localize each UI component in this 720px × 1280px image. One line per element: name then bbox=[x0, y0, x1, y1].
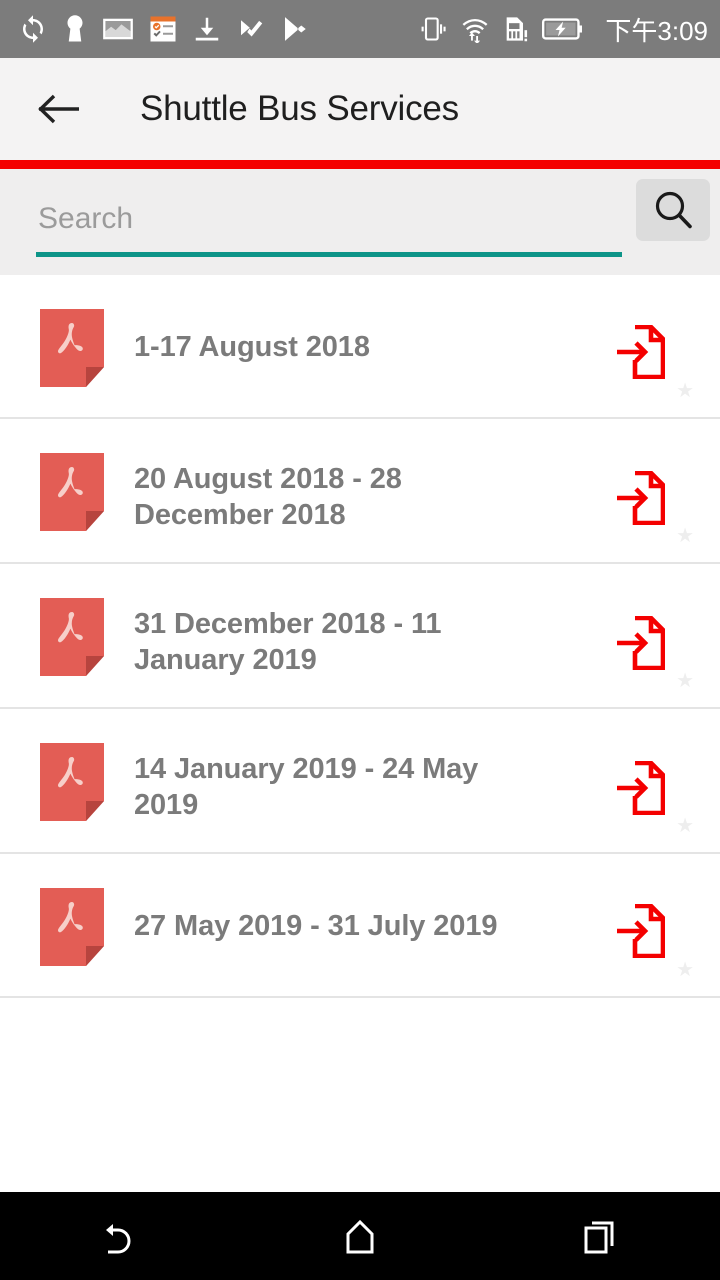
pdf-file-icon bbox=[40, 453, 104, 531]
star-icon[interactable]: ★ bbox=[676, 381, 694, 401]
list-item[interactable]: 1-17 August 2018 ★ bbox=[0, 275, 720, 419]
list-item-title: 27 May 2019 - 31 July 2019 bbox=[134, 910, 498, 942]
accent-divider bbox=[0, 160, 720, 169]
play-store-icon bbox=[285, 17, 306, 41]
list-item[interactable]: 27 May 2019 - 31 July 2019 ★ bbox=[0, 854, 720, 998]
status-bar-clock: 下午3:09 bbox=[605, 15, 708, 46]
nav-home-icon bbox=[346, 1219, 374, 1254]
pdf-file-icon bbox=[40, 309, 104, 387]
screenshot-image-icon bbox=[103, 18, 133, 40]
download-icon bbox=[195, 17, 219, 41]
keyhole-vpn-icon bbox=[67, 15, 83, 42]
battery-charging-icon bbox=[542, 18, 583, 40]
list-item-title: 14 January 2019 - 24 May 2019 bbox=[134, 753, 479, 821]
open-document-icon[interactable] bbox=[615, 325, 665, 379]
vibrate-icon bbox=[421, 17, 446, 41]
star-icon[interactable]: ★ bbox=[676, 671, 694, 691]
star-icon[interactable]: ★ bbox=[676, 526, 694, 546]
list-item-title: 31 December 2018 - 11 January 2019 bbox=[134, 608, 442, 676]
document-list: 1-17 August 2018 ★ 20 August 2018 - 28 D… bbox=[0, 275, 720, 998]
status-bar-right-icons: 下午3:09 bbox=[419, 11, 708, 48]
open-document-icon[interactable] bbox=[615, 471, 665, 525]
pdf-file-icon bbox=[40, 888, 104, 966]
open-document-icon[interactable] bbox=[615, 616, 665, 670]
list-item-title: 20 August 2018 - 28 December 2018 bbox=[134, 463, 402, 531]
status-bar: 下午3:09 bbox=[0, 0, 720, 58]
search-underline bbox=[36, 252, 622, 257]
status-bar-left-icons bbox=[18, 14, 310, 44]
search-field-wrap bbox=[36, 191, 622, 257]
checklist-icon bbox=[150, 16, 176, 42]
app-bar: Shuttle Bus Services bbox=[0, 58, 720, 160]
open-document-icon[interactable] bbox=[615, 904, 665, 958]
pdf-file-icon bbox=[40, 598, 104, 676]
nav-back-icon bbox=[106, 1224, 131, 1254]
wifi-data-icon bbox=[462, 18, 488, 43]
arrow-left-icon bbox=[38, 94, 79, 124]
nav-back-button[interactable] bbox=[60, 1192, 180, 1280]
system-navigation-bar bbox=[0, 1192, 720, 1280]
search-icon bbox=[655, 191, 692, 229]
back-button[interactable] bbox=[28, 78, 90, 140]
list-item[interactable]: 20 August 2018 - 28 December 2018 ★ bbox=[0, 419, 720, 564]
list-item-title: 1-17 August 2018 bbox=[134, 331, 370, 363]
nav-home-button[interactable] bbox=[300, 1192, 420, 1280]
search-button[interactable] bbox=[636, 179, 710, 241]
page-title: Shuttle Bus Services bbox=[140, 89, 459, 128]
sync-icon bbox=[23, 15, 43, 43]
search-input[interactable] bbox=[36, 191, 622, 247]
pdf-file-icon bbox=[40, 743, 104, 821]
sim-alert-icon bbox=[507, 17, 528, 42]
star-icon[interactable]: ★ bbox=[676, 960, 694, 980]
open-document-icon[interactable] bbox=[615, 761, 665, 815]
nav-recents-icon bbox=[584, 1221, 614, 1254]
star-icon[interactable]: ★ bbox=[676, 816, 694, 836]
list-item[interactable]: 31 December 2018 - 11 January 2019 ★ bbox=[0, 564, 720, 709]
search-bar bbox=[0, 169, 720, 275]
list-item[interactable]: 14 January 2019 - 24 May 2019 ★ bbox=[0, 709, 720, 854]
nav-recents-button[interactable] bbox=[540, 1192, 660, 1280]
app-screen: 下午3:09 Shuttle Bus Services Search 1-17 … bbox=[0, 0, 720, 1280]
check-play-icon bbox=[241, 20, 263, 37]
